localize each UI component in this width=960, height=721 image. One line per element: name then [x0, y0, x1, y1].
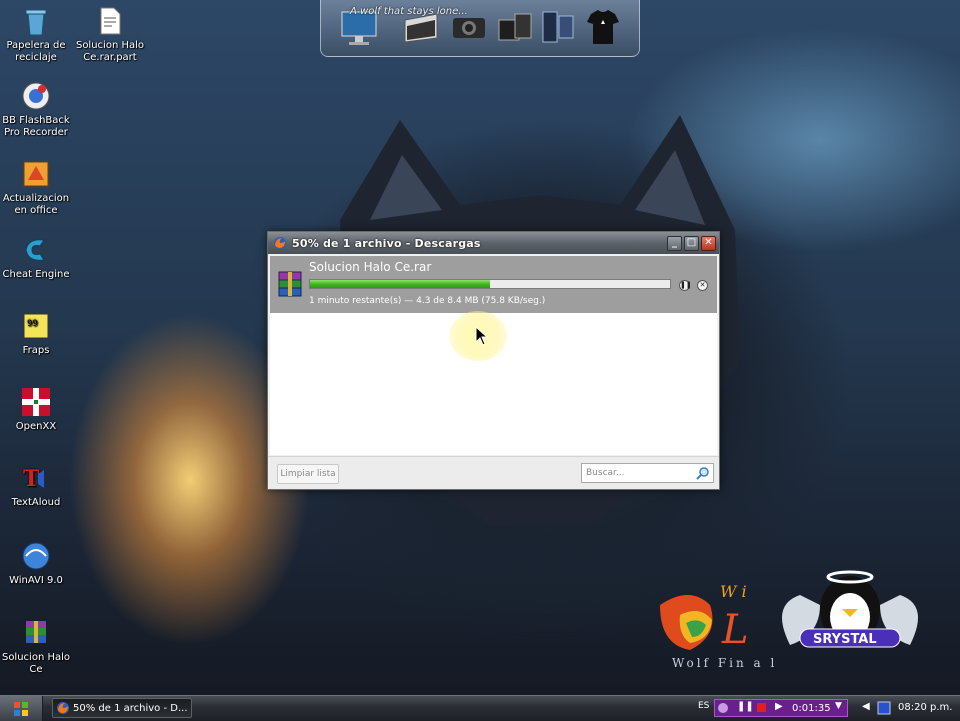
branding-mid-text: L: [721, 607, 749, 653]
windows-logo-icon: [14, 702, 28, 716]
wallpaper-branding: W i L Wolf Fin a l SRYSTAL: [660, 570, 918, 670]
desktop-icon-label: TextAloud: [11, 497, 61, 508]
downloads-footer: Limpiar lista Buscar...: [268, 456, 719, 489]
maximize-button[interactable]: □: [684, 235, 699, 251]
computer-icon: [542, 11, 574, 43]
window-title: 50% de 1 archivo - Descargas: [292, 236, 481, 250]
download-status: 1 minuto restante(s) — 4.3 de 8.4 MB (75…: [309, 296, 546, 306]
desktop-icon-label: Actualizacion en office: [2, 193, 70, 216]
branding-top-text: W i: [720, 582, 747, 601]
recorder-menu-icon[interactable]: ▼: [835, 701, 842, 711]
window-titlebar[interactable]: 50% de 1 archivo - Descargas _ □ ✕: [268, 232, 719, 254]
desktop-icon-label: OpenXX: [15, 421, 57, 432]
dock-item-devices[interactable]: [495, 6, 535, 48]
download-progress-fill: [310, 280, 490, 288]
recorder-timer: 0:01:35: [792, 703, 831, 714]
tray-expand-icon[interactable]: ◀: [862, 701, 870, 712]
desktop-icon-label: BB FlashBack Pro Recorder: [2, 115, 70, 138]
recycle-bin-icon: [25, 9, 47, 36]
download-filename: Solucion Halo Ce.rar: [309, 260, 432, 274]
download-item[interactable]: Solucion Halo Ce.rar ❚❚ ✕ 1 minuto resta…: [270, 256, 717, 313]
office-update-icon: [23, 161, 49, 187]
firefox-icon: [57, 702, 69, 714]
close-button[interactable]: ✕: [701, 235, 716, 251]
dock-item-shirt[interactable]: [583, 6, 623, 48]
tray-app-icon[interactable]: [876, 700, 892, 716]
desktop-icon-label: WinAVI 9.0: [9, 575, 63, 586]
start-button[interactable]: [0, 696, 43, 721]
language-indicator[interactable]: ES: [698, 701, 709, 711]
close-icon: ✕: [704, 237, 713, 248]
downloads-window: 50% de 1 archivo - Descargas _ □ ✕ Soluc…: [267, 231, 720, 490]
recorder-logo-icon: [718, 703, 728, 713]
system-tray: ES ❚❚ ▶ 0:01:35 ▼ ◀ 08:20 p.m.: [696, 696, 960, 721]
desktop-icon-bb-flashback[interactable]: BB FlashBack Pro Recorder: [0, 80, 74, 139]
minimize-button[interactable]: _: [667, 235, 682, 251]
taskbar-button-label: 50% de 1 archivo - D...: [73, 703, 188, 714]
branding-bottom-text: Wolf Fin a l: [672, 656, 777, 670]
firefox-icon: [274, 237, 286, 249]
clear-list-button[interactable]: Limpiar lista: [277, 464, 339, 484]
minimize-icon: _: [672, 237, 677, 248]
desktop-icon-recycle-bin[interactable]: Papelera de reciclaje: [0, 5, 74, 64]
download-progress-bar: [309, 279, 671, 289]
clock[interactable]: 08:20 p.m.: [898, 702, 952, 713]
cheat-engine-icon: [25, 239, 45, 261]
recorder-controls: ❚❚ ▶ 0:01:35 ▼: [714, 699, 848, 717]
textaloud-icon: T: [23, 466, 44, 492]
desktop-icon-label: Cheat Engine: [2, 269, 70, 280]
dock-caption: A wolf that stays lone...: [350, 6, 468, 17]
winrar-icon: [26, 621, 46, 643]
devices-icon: [498, 13, 532, 41]
desktop-icon-winavi[interactable]: WinAVI 9.0: [0, 540, 74, 587]
search-icon[interactable]: [696, 466, 710, 480]
file-icon: [100, 7, 121, 35]
pause-icon: ❚❚: [680, 281, 692, 289]
recorder-stop-icon[interactable]: [757, 703, 766, 712]
desktop-icon-cheat-engine[interactable]: Cheat Engine: [0, 234, 74, 281]
recorder-pause-icon[interactable]: ❚❚: [737, 701, 754, 712]
mouse-cursor-icon: [475, 326, 489, 346]
desktop-icon-label: Solucion Halo Ce.rar.part: [75, 40, 145, 63]
branding-badge: SRYSTAL: [813, 632, 877, 647]
maximize-icon: □: [686, 237, 697, 248]
desktop-icon-textaloud[interactable]: T TextAloud: [0, 462, 74, 509]
dock-item-computer[interactable]: [537, 6, 577, 48]
cancel-icon: ✕: [699, 281, 706, 289]
desktop-icon-halo-rar[interactable]: Solucion Halo Ce: [0, 617, 74, 676]
desktop-icon-office-update[interactable]: Actualizacion en office: [0, 158, 74, 217]
openxx-icon: [22, 388, 50, 416]
pause-button[interactable]: ❚❚: [679, 280, 692, 291]
desktop-icon-openxx[interactable]: OpenXX: [0, 386, 74, 433]
svg-text:T: T: [23, 466, 40, 492]
desktop-icon-label: Fraps: [22, 345, 50, 356]
desktop-icon-fraps[interactable]: 99 Fraps: [0, 310, 74, 357]
desktop-icon-label: Solucion Halo Ce: [1, 652, 71, 675]
search-field[interactable]: Buscar...: [581, 463, 714, 483]
winavi-icon: [22, 542, 50, 570]
winrar-icon: [278, 271, 302, 297]
taskbar: 50% de 1 archivo - D... ES ❚❚ ▶ 0:01:35 …: [0, 695, 960, 721]
desktop-icon-label: Papelera de reciclaje: [6, 40, 66, 63]
desktop-icon-part-file[interactable]: Solucion Halo Ce.rar.part: [72, 5, 148, 64]
shirt-icon: [587, 10, 619, 44]
fraps-icon: 99: [23, 313, 49, 339]
taskbar-downloads-button[interactable]: 50% de 1 archivo - D...: [52, 698, 192, 718]
cancel-download-button[interactable]: ✕: [697, 280, 708, 291]
recorder-icon: [22, 82, 50, 110]
recorder-play-icon[interactable]: ▶: [775, 701, 783, 712]
svg-text:99: 99: [27, 319, 38, 329]
search-placeholder: Buscar...: [586, 468, 625, 478]
